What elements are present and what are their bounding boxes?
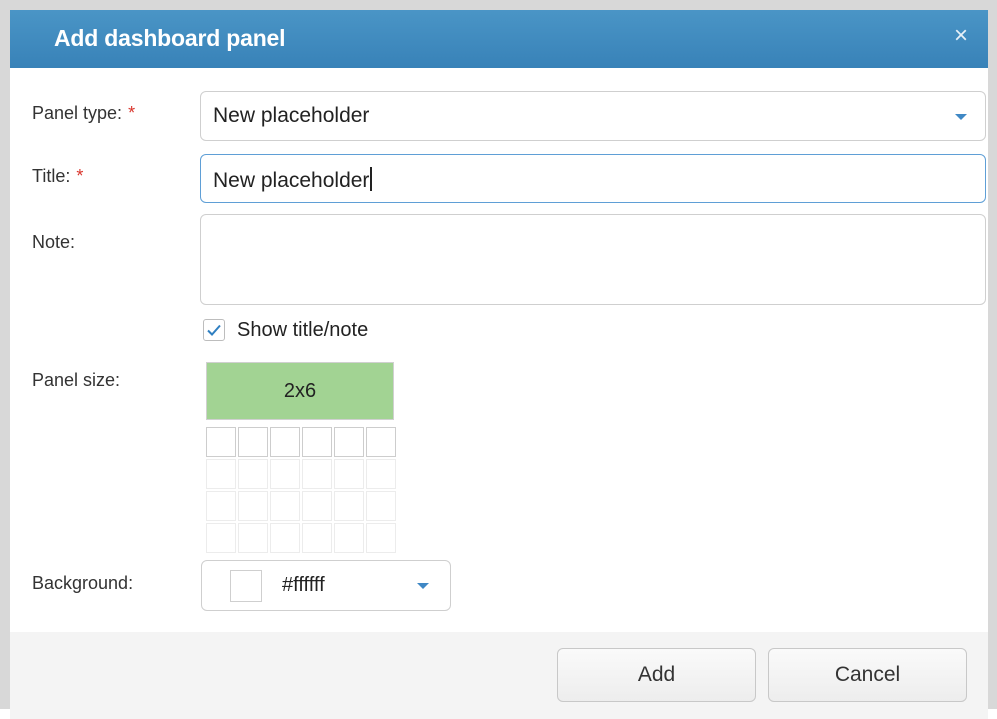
size-cell[interactable] xyxy=(302,427,332,457)
panel-size-grid xyxy=(206,427,396,553)
size-cell[interactable] xyxy=(206,427,236,457)
size-cell[interactable] xyxy=(334,523,364,553)
size-cell[interactable] xyxy=(206,523,236,553)
panel-size-selected[interactable]: 2x6 xyxy=(206,362,394,420)
size-cell[interactable] xyxy=(270,491,300,521)
dialog-footer: Add Cancel xyxy=(10,632,988,719)
add-dashboard-panel-dialog: Add dashboard panel × Panel type: * New p… xyxy=(0,0,997,719)
show-title-note-row[interactable]: Show title/note xyxy=(203,317,368,343)
chevron-down-icon xyxy=(417,583,429,589)
show-title-note-label: Show title/note xyxy=(237,318,369,341)
size-cell[interactable] xyxy=(334,459,364,489)
show-title-note-checkbox[interactable] xyxy=(203,319,225,341)
size-cell[interactable] xyxy=(270,427,300,457)
note-label: Note: xyxy=(32,232,76,252)
panel-size-picker[interactable]: 2x6 xyxy=(206,362,396,553)
background-color-picker[interactable]: #ffffff xyxy=(201,560,451,611)
panel-type-label-text: Panel type: xyxy=(32,103,123,123)
title-input-value: New placeholder xyxy=(213,167,373,193)
size-cell[interactable] xyxy=(366,459,396,489)
size-cell[interactable] xyxy=(302,491,332,521)
size-cell[interactable] xyxy=(238,523,268,553)
cancel-button[interactable]: Cancel xyxy=(768,648,967,702)
panel-type-select[interactable]: New placeholder xyxy=(200,91,986,141)
size-cell[interactable] xyxy=(238,459,268,489)
required-mark: * xyxy=(76,166,84,186)
size-cell[interactable] xyxy=(270,459,300,489)
dialog-title: Add dashboard panel xyxy=(54,25,286,51)
title-label-text: Title: xyxy=(32,166,71,186)
size-cell[interactable] xyxy=(302,523,332,553)
size-cell[interactable] xyxy=(334,427,364,457)
note-textarea[interactable] xyxy=(200,214,986,305)
background-color-value: #ffffff xyxy=(282,574,325,596)
size-cell[interactable] xyxy=(366,427,396,457)
title-label: Title: * xyxy=(32,166,83,187)
add-button[interactable]: Add xyxy=(557,648,756,702)
panel-type-value: New placeholder xyxy=(213,104,370,127)
size-cell[interactable] xyxy=(238,427,268,457)
dialog-header: Add dashboard panel × xyxy=(10,10,988,68)
size-cell[interactable] xyxy=(238,491,268,521)
text-cursor xyxy=(370,167,373,191)
panel-size-label: Panel size: xyxy=(32,370,121,390)
size-cell[interactable] xyxy=(206,491,236,521)
chevron-down-icon xyxy=(955,114,967,120)
size-cell[interactable] xyxy=(366,491,396,521)
title-input-text: New placeholder xyxy=(213,169,370,192)
check-icon xyxy=(207,324,221,336)
panel-type-label: Panel type: * xyxy=(32,103,135,124)
color-swatch xyxy=(230,570,262,602)
size-cell[interactable] xyxy=(334,491,364,521)
size-cell[interactable] xyxy=(302,459,332,489)
size-cell[interactable] xyxy=(366,523,396,553)
size-cell[interactable] xyxy=(206,459,236,489)
required-mark: * xyxy=(128,103,136,123)
title-input[interactable]: New placeholder xyxy=(200,154,986,203)
size-cell[interactable] xyxy=(270,523,300,553)
background-label: Background: xyxy=(32,573,134,593)
close-icon[interactable]: × xyxy=(948,21,974,51)
